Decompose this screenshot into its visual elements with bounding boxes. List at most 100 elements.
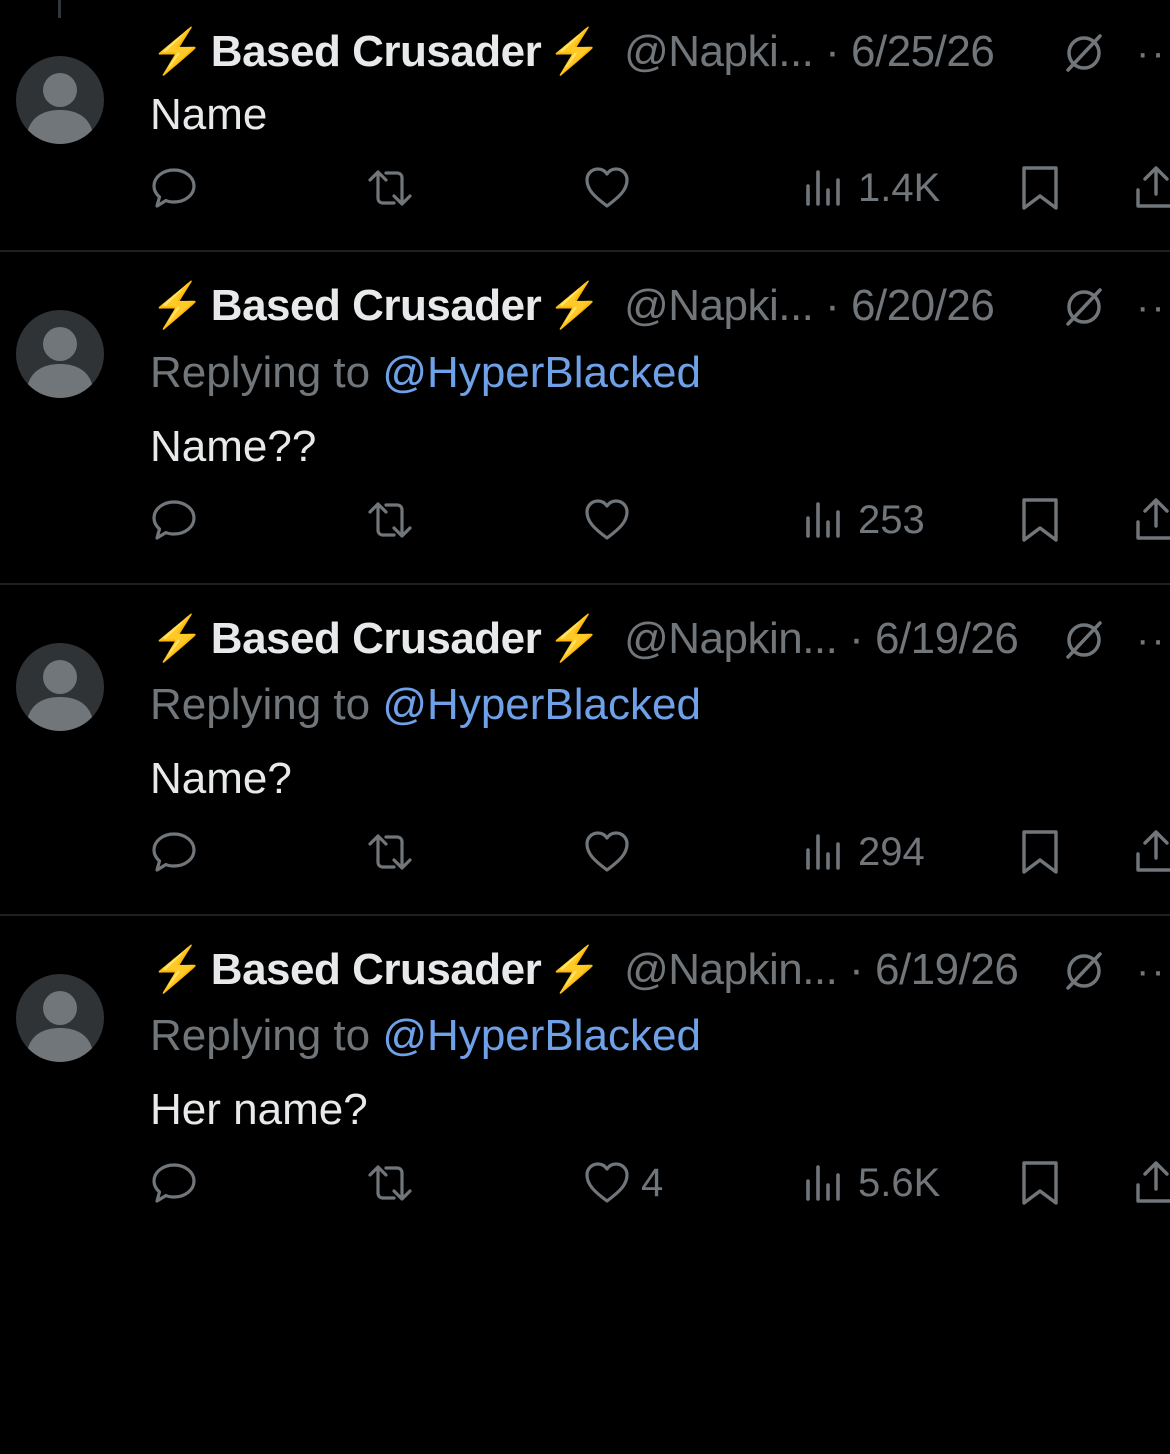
grok-icon[interactable] [1062, 618, 1106, 662]
reply-button[interactable] [150, 1159, 198, 1207]
post-header: ⚡ Based Crusader ⚡ @Napkin... · 6/19/26 [150, 945, 1019, 995]
replying-to: Replying to @HyperBlacked [150, 680, 701, 730]
like-button[interactable] [583, 496, 641, 544]
reply-icon [152, 168, 196, 208]
views-button[interactable]: 1.4K [800, 164, 940, 212]
bookmark-icon [1022, 830, 1058, 874]
share-button[interactable] [1132, 496, 1170, 544]
thread-connector-line [58, 0, 61, 18]
lightning-bolt-emoji: ⚡ [547, 945, 603, 994]
share-button[interactable] [1132, 1159, 1170, 1207]
bookmark-button[interactable] [1016, 1159, 1064, 1207]
replying-label: Replying to [150, 680, 371, 729]
more-icon[interactable]: ··· [1136, 620, 1170, 660]
display-name[interactable]: Based Crusader [211, 945, 542, 995]
reply-button[interactable] [150, 164, 198, 212]
bookmark-icon [1022, 498, 1058, 542]
bookmark-icon [1022, 1161, 1058, 1205]
grok-icon[interactable] [1062, 285, 1106, 329]
post-divider [0, 583, 1170, 585]
repost-icon [368, 170, 412, 206]
share-button[interactable] [1132, 828, 1170, 876]
handle-and-date[interactable]: @Napki... · 6/20/26 [624, 281, 995, 331]
repost-button[interactable] [366, 164, 414, 212]
views-button[interactable]: 253 [800, 496, 925, 544]
handle-and-date[interactable]: @Napkin... · 6/19/26 [624, 614, 1019, 664]
like-button[interactable]: 4 [583, 1159, 663, 1207]
post-header: ⚡ Based Crusader ⚡ @Napki... · 6/20/26 [150, 281, 995, 331]
heart-icon [585, 1162, 629, 1203]
replying-to: Replying to @HyperBlacked [150, 348, 701, 398]
repost-icon [368, 502, 412, 538]
lightning-bolt-emoji: ⚡ [547, 281, 603, 330]
post-text: Her name? [150, 1085, 368, 1134]
more-icon[interactable]: ··· [1136, 287, 1170, 327]
display-name[interactable]: Based Crusader [211, 27, 542, 77]
repost-button[interactable] [366, 496, 414, 544]
share-icon [1136, 166, 1170, 208]
lightning-bolt-emoji: ⚡ [150, 614, 205, 663]
bookmark-button[interactable] [1016, 164, 1064, 212]
views-icon [806, 502, 840, 538]
grok-icon[interactable] [1062, 31, 1106, 75]
more-icon[interactable]: ··· [1136, 951, 1170, 991]
view-count: 1.4K [858, 165, 941, 210]
display-name[interactable]: Based Crusader [211, 281, 542, 331]
reply-icon [152, 500, 196, 540]
avatar[interactable] [16, 974, 104, 1062]
lightning-bolt-emoji: ⚡ [150, 281, 205, 330]
handle-and-date[interactable]: @Napki... · 6/25/26 [624, 27, 995, 77]
post-text: Name? [150, 754, 292, 803]
lightning-bolt-emoji: ⚡ [547, 614, 603, 663]
bookmark-button[interactable] [1016, 828, 1064, 876]
heart-icon [585, 831, 629, 872]
lightning-bolt-emoji: ⚡ [547, 27, 603, 76]
mention-link[interactable]: @HyperBlacked [382, 1011, 701, 1060]
avatar[interactable] [16, 310, 104, 398]
heart-icon [585, 499, 629, 540]
post-header: ⚡ Based Crusader ⚡ @Napkin... · 6/19/26 [150, 614, 1019, 664]
repost-icon [368, 1165, 412, 1201]
reply-icon [152, 832, 196, 872]
share-icon [1136, 498, 1170, 540]
post-text: Name [150, 90, 268, 139]
views-icon [806, 170, 840, 206]
mention-link[interactable]: @HyperBlacked [382, 680, 701, 729]
mention-link[interactable]: @HyperBlacked [382, 348, 701, 397]
bookmark-button[interactable] [1016, 496, 1064, 544]
reply-button[interactable] [150, 496, 198, 544]
repost-button[interactable] [366, 828, 414, 876]
lightning-bolt-emoji: ⚡ [150, 27, 205, 76]
like-button[interactable] [583, 828, 641, 876]
bookmark-icon [1022, 166, 1058, 210]
replying-label: Replying to [150, 1011, 371, 1060]
post-divider [0, 250, 1170, 252]
view-count: 253 [858, 497, 925, 542]
repost-button[interactable] [366, 1159, 414, 1207]
handle-and-date[interactable]: @Napkin... · 6/19/26 [624, 945, 1019, 995]
avatar[interactable] [16, 56, 104, 144]
post-text: Name?? [150, 422, 317, 471]
view-count: 294 [858, 829, 925, 874]
replying-to: Replying to @HyperBlacked [150, 1011, 701, 1061]
grok-icon[interactable] [1062, 949, 1106, 993]
avatar[interactable] [16, 643, 104, 731]
heart-icon [585, 167, 629, 208]
view-count: 5.6K [858, 1160, 941, 1205]
more-icon[interactable]: ··· [1136, 33, 1170, 73]
post-divider [0, 914, 1170, 916]
like-count: 4 [641, 1160, 664, 1205]
repost-icon [368, 834, 412, 870]
views-icon [806, 834, 840, 870]
share-icon [1136, 1161, 1170, 1203]
lightning-bolt-emoji: ⚡ [150, 945, 205, 994]
share-icon [1136, 830, 1170, 872]
display-name[interactable]: Based Crusader [211, 614, 542, 664]
views-icon [806, 1165, 840, 1201]
views-button[interactable]: 5.6K [800, 1159, 940, 1207]
reply-button[interactable] [150, 828, 198, 876]
share-button[interactable] [1132, 164, 1170, 212]
like-button[interactable] [583, 164, 641, 212]
views-button[interactable]: 294 [800, 828, 925, 876]
post-header: ⚡ Based Crusader ⚡ @Napki... · 6/25/26 [150, 27, 995, 77]
